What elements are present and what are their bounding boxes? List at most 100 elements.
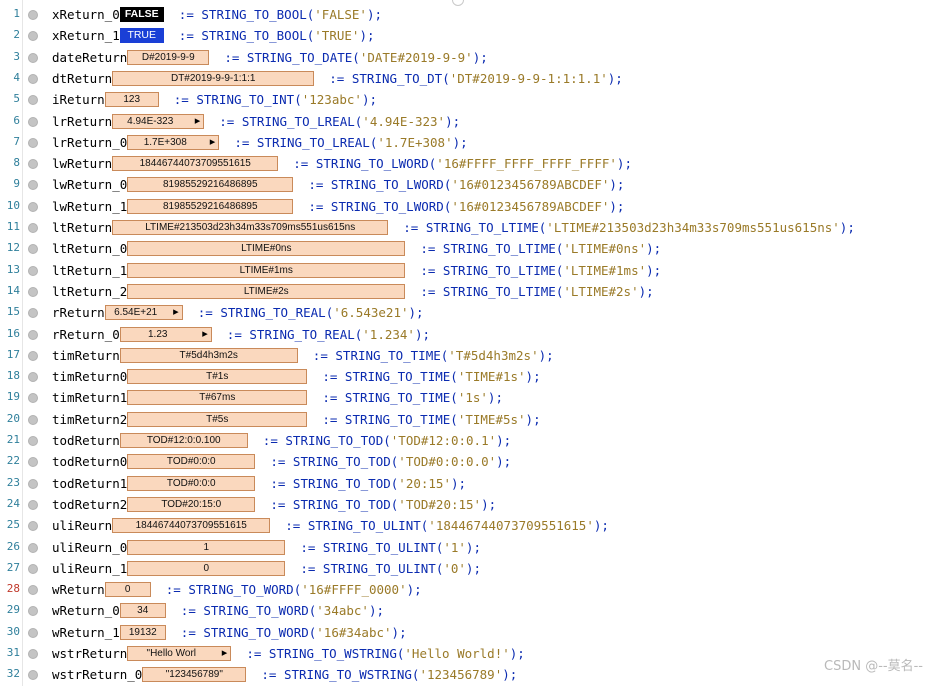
online-value-box[interactable]: D#2019-9-9 bbox=[127, 49, 210, 65]
breakpoint-marker-icon[interactable] bbox=[28, 499, 38, 510]
breakpoint-marker-icon[interactable] bbox=[28, 52, 38, 63]
breakpoint-marker-icon[interactable] bbox=[28, 201, 38, 212]
code-editor[interactable]: 1 xReturn_0 FALSE := STRING_TO_BOOL('FALSE… bbox=[0, 0, 937, 686]
online-value-box[interactable]: TRUE bbox=[119, 28, 164, 44]
online-value-box[interactable]: 4.94E-323 bbox=[112, 113, 205, 129]
code-line[interactable]: 31 wstrReturn"Hello Worl := STRING_TO_WST… bbox=[0, 643, 937, 664]
online-value-box[interactable]: DT#2019-9-9-1:1:1 bbox=[112, 70, 315, 86]
breakpoint-marker-icon[interactable] bbox=[28, 180, 38, 191]
breakpoint-marker-icon[interactable] bbox=[28, 649, 38, 659]
breakpoint-marker-icon[interactable] bbox=[28, 308, 38, 319]
online-value-box[interactable]: 18446744073709551615 bbox=[112, 156, 279, 172]
code-statement: lwReturn 18446744073709551615 := STRING_T… bbox=[52, 155, 632, 172]
code-line[interactable]: 6 lrReturn4.94E-323 := STRING_TO_LREAL('4… bbox=[0, 111, 937, 132]
code-line[interactable]: 23 todReturn1 TOD#0:0:0 := STRING_TO_TOD('… bbox=[0, 473, 937, 494]
code-line[interactable]: 5 iReturn 123 := STRING_TO_INT('123abc'); bbox=[0, 89, 937, 110]
breakpoint-marker-icon[interactable] bbox=[28, 286, 38, 297]
online-value-box[interactable]: LTIME#2s bbox=[127, 283, 406, 299]
breakpoint-marker-icon[interactable] bbox=[28, 563, 38, 574]
online-value-box[interactable]: 18446744073709551615 bbox=[112, 518, 271, 534]
online-value-box[interactable]: T#1s bbox=[127, 369, 308, 385]
online-value-box[interactable]: 0 bbox=[127, 560, 286, 576]
code-line[interactable]: 14 ltReturn_2 LTIME#2s := STRING_TO_LTIME(… bbox=[0, 281, 937, 302]
breakpoint-marker-icon[interactable] bbox=[28, 73, 38, 84]
online-value-box[interactable]: 6.54E+21 bbox=[104, 305, 183, 321]
breakpoint-marker-icon[interactable] bbox=[28, 478, 38, 489]
code-line[interactable]: 25 uliReurn 18446744073709551615 := STRING… bbox=[0, 515, 937, 536]
code-line[interactable]: 22 todReturn0 TOD#0:0:0 := STRING_TO_TOD('… bbox=[0, 451, 937, 472]
code-line[interactable]: 30 wReturn_1 19132 := STRING_TO_WORD('16#3… bbox=[0, 622, 937, 643]
online-value-box[interactable]: T#5s bbox=[127, 411, 308, 427]
code-line[interactable]: 15 rReturn6.54E+21 := STRING_TO_REAL('6.5… bbox=[0, 302, 937, 323]
code-line[interactable]: 1 xReturn_0 FALSE := STRING_TO_BOOL('FALSE… bbox=[0, 4, 937, 25]
code-line[interactable]: 11 ltReturn LTIME#213503d23h34m33s709ms551… bbox=[0, 217, 937, 238]
breakpoint-marker-icon[interactable] bbox=[28, 244, 38, 255]
code-line[interactable]: 2 xReturn_1 TRUE := STRING_TO_BOOL('TRUE')… bbox=[0, 25, 937, 46]
online-value-box[interactable]: "Hello Worl bbox=[127, 646, 232, 661]
breakpoint-marker-icon[interactable] bbox=[28, 95, 38, 106]
code-line[interactable]: 12 ltReturn_0 LTIME#0ns := STRING_TO_LTIME… bbox=[0, 238, 937, 259]
breakpoint-marker-icon[interactable] bbox=[28, 10, 38, 20]
online-value-box[interactable]: T#5d4h3m2s bbox=[119, 347, 298, 363]
code-line[interactable]: 28 wReturn 0 := STRING_TO_WORD('16#FFFF_00… bbox=[0, 579, 937, 600]
breakpoint-marker-icon[interactable] bbox=[28, 585, 38, 596]
breakpoint-marker-icon[interactable] bbox=[28, 436, 38, 446]
breakpoint-marker-icon[interactable] bbox=[28, 116, 38, 127]
breakpoint-marker-icon[interactable] bbox=[28, 670, 38, 681]
online-value-box[interactable]: LTIME#213503d23h34m33s709ms551us615ns bbox=[112, 220, 389, 235]
breakpoint-marker-icon[interactable] bbox=[28, 393, 38, 404]
online-value-box[interactable]: FALSE bbox=[119, 7, 164, 22]
breakpoint-marker-icon[interactable] bbox=[28, 627, 38, 638]
online-value-box[interactable]: TOD#0:0:0 bbox=[127, 454, 256, 470]
breakpoint-marker-icon[interactable] bbox=[28, 414, 38, 425]
code-line[interactable]: 19 timReturn1 T#67ms := STRING_TO_TIME('1s… bbox=[0, 387, 937, 408]
online-value-box[interactable]: 1.7E+308 bbox=[127, 134, 220, 150]
breakpoint-marker-icon[interactable] bbox=[28, 329, 38, 340]
code-statement: lwReturn_1 81985529216486895 := STRING_TO… bbox=[52, 198, 624, 215]
breakpoint-marker-icon[interactable] bbox=[28, 606, 38, 617]
code-line[interactable]: 18 timReturn0 T#1s := STRING_TO_TIME('TIME… bbox=[0, 366, 937, 387]
online-value-box[interactable]: 34 bbox=[119, 603, 166, 619]
online-value-box[interactable]: LTIME#1ms bbox=[127, 262, 406, 278]
breakpoint-marker-icon[interactable] bbox=[28, 31, 38, 42]
code-line[interactable]: 17 timReturn T#5d4h3m2s := STRING_TO_TIME(… bbox=[0, 345, 937, 366]
online-value-box[interactable]: 0 bbox=[104, 582, 151, 598]
code-line[interactable]: 10 lwReturn_1 81985529216486895 := STRING_… bbox=[0, 196, 937, 217]
online-value-box[interactable]: TOD#0:0:0 bbox=[127, 475, 256, 491]
online-value-box[interactable]: 1 bbox=[127, 539, 286, 555]
breakpoint-marker-icon[interactable] bbox=[28, 265, 38, 276]
online-value-box[interactable]: 123 bbox=[104, 92, 159, 108]
code-line[interactable]: 24 todReturn2 TOD#20:15:0 := STRING_TO_TOD… bbox=[0, 494, 937, 515]
online-value-box[interactable]: TOD#12:0:0.100 bbox=[119, 433, 248, 448]
breakpoint-marker-icon[interactable] bbox=[28, 159, 38, 170]
online-value-box[interactable]: LTIME#0ns bbox=[127, 241, 406, 257]
code-line[interactable]: 13 ltReturn_1 LTIME#1ms := STRING_TO_LTIME… bbox=[0, 260, 937, 281]
code-line[interactable]: 7 lrReturn_01.7E+308 := STRING_TO_LREAL('… bbox=[0, 132, 937, 153]
online-value-box[interactable]: 81985529216486895 bbox=[127, 177, 294, 193]
breakpoint-marker-icon[interactable] bbox=[28, 372, 38, 383]
online-value-box[interactable]: T#67ms bbox=[127, 390, 308, 406]
breakpoint-marker-icon[interactable] bbox=[28, 350, 38, 361]
code-line[interactable]: 26 uliReurn_0 1 := STRING_TO_ULINT('1'); bbox=[0, 537, 937, 558]
code-line[interactable]: 16 rReturn_01.23 := STRING_TO_REAL('1.234… bbox=[0, 324, 937, 345]
online-value-box[interactable]: 81985529216486895 bbox=[127, 198, 294, 214]
breakpoint-marker-icon[interactable] bbox=[28, 223, 38, 233]
breakpoint-marker-icon[interactable] bbox=[28, 521, 38, 532]
code-line[interactable]: 9 lwReturn_0 81985529216486895 := STRING_T… bbox=[0, 174, 937, 195]
online-value-box[interactable]: 1.23 bbox=[119, 326, 212, 342]
online-value-box[interactable]: TOD#20:15:0 bbox=[127, 496, 256, 512]
code-line[interactable]: 32 wstrReturn_0 "123456789" := STRING_TO_W… bbox=[0, 664, 937, 685]
code-line[interactable]: 8 lwReturn 18446744073709551615 := STRING_… bbox=[0, 153, 937, 174]
line-number: 4 bbox=[13, 70, 20, 84]
online-value-box[interactable]: 19132 bbox=[119, 624, 166, 640]
breakpoint-marker-icon[interactable] bbox=[28, 457, 38, 468]
code-line[interactable]: 4 dtReturn DT#2019-9-9-1:1:1 := STRING_TO_… bbox=[0, 68, 937, 89]
code-line[interactable]: 29 wReturn_0 34 := STRING_TO_WORD('34abc')… bbox=[0, 600, 937, 621]
online-value-box[interactable]: "123456789" bbox=[142, 667, 247, 683]
breakpoint-marker-icon[interactable] bbox=[28, 542, 38, 553]
code-line[interactable]: 21 todReturn TOD#12:0:0.100 := STRING_TO_T… bbox=[0, 430, 937, 451]
code-line[interactable]: 3 dateReturn D#2019-9-9 := STRING_TO_DATE(… bbox=[0, 47, 937, 68]
code-line[interactable]: 20 timReturn2 T#5s := STRING_TO_TIME('TIME… bbox=[0, 409, 937, 430]
code-line[interactable]: 27 uliReurn_1 0 := STRING_TO_ULINT('0'); bbox=[0, 558, 937, 579]
breakpoint-marker-icon[interactable] bbox=[28, 137, 38, 148]
